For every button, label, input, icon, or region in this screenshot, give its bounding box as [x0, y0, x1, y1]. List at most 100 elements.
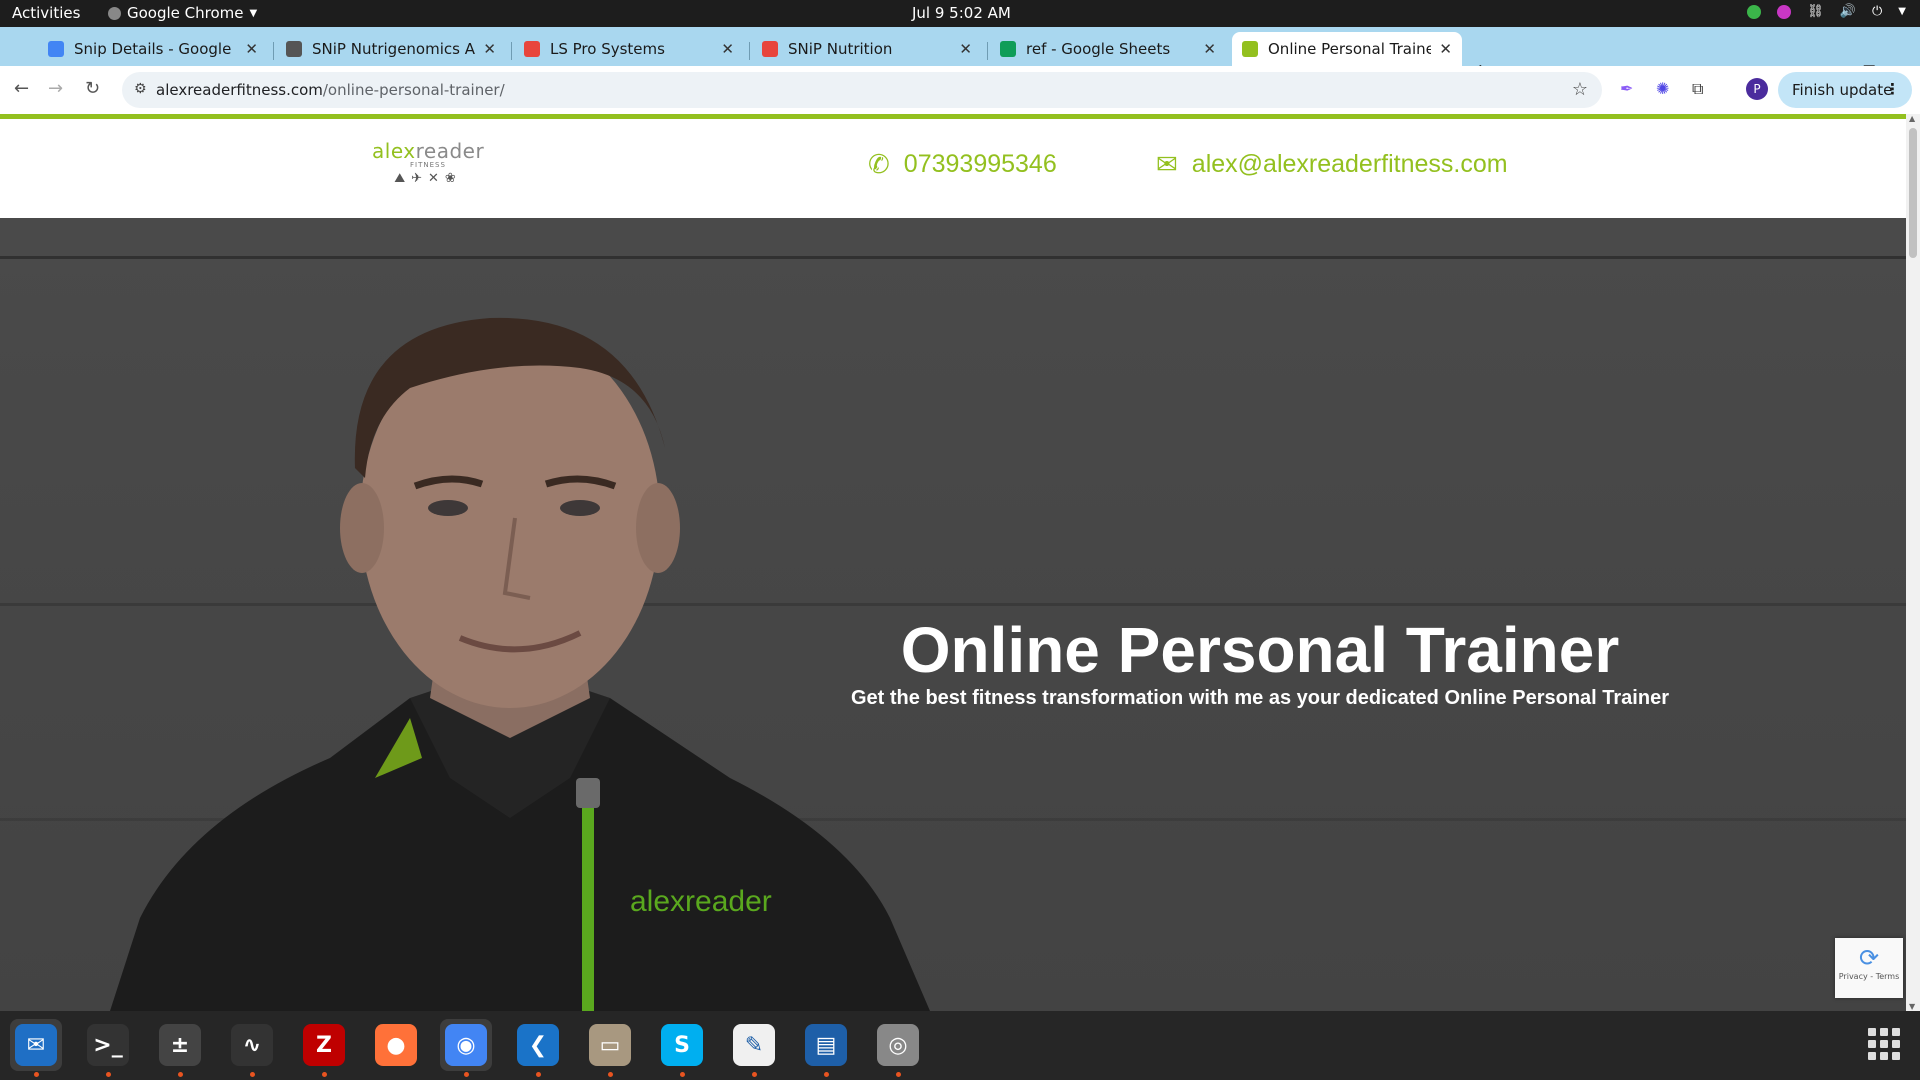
update-icon[interactable] [1747, 4, 1762, 19]
chrome-icon[interactable]: ◉ [440, 1019, 492, 1077]
tab-close-icon[interactable]: ✕ [483, 40, 496, 58]
color-picker-icon[interactable] [1777, 4, 1792, 19]
envelope-icon: ✉ [1156, 149, 1178, 179]
running-indicator [322, 1072, 327, 1077]
recaptcha-terms[interactable]: Privacy - Terms [1835, 972, 1903, 981]
vscode-icon[interactable]: ❮ [512, 1019, 564, 1077]
scroll-up-icon[interactable]: ▲ [1909, 114, 1915, 123]
phone-contact[interactable]: ✆ 07393995346 [868, 149, 1057, 180]
text-editor-icon-glyph: ✎ [733, 1024, 775, 1066]
tab-close-icon[interactable]: ✕ [245, 40, 258, 58]
email-contact[interactable]: ✉ alex@alexreaderfitness.com [1156, 149, 1508, 180]
page-scrollbar[interactable]: ▲ ▼ [1906, 114, 1920, 1011]
filezilla-icon-glyph: Z [303, 1024, 345, 1066]
site-logo[interactable]: alexreader FITNESS ⛰✈✕❀ [372, 139, 484, 186]
tab-close-icon[interactable]: ✕ [721, 40, 734, 58]
tab-favicon-icon [286, 41, 302, 57]
tab-title: SNiP Nutrition [788, 40, 893, 58]
network-icon[interactable]: ⛓ [1807, 4, 1824, 19]
clock[interactable]: Jul 9 5:02 AM [912, 4, 1011, 22]
terminal-icon[interactable]: >_ [82, 1019, 134, 1077]
finish-update-button[interactable]: Finish update ⋮ [1778, 72, 1912, 108]
email-address[interactable]: alex@alexreaderfitness.com [1192, 150, 1508, 179]
app-menu[interactable]: Google Chrome ▼ [108, 4, 257, 22]
skype-icon[interactable]: S [656, 1019, 708, 1077]
more-menu-icon: ⋮ [1885, 80, 1900, 98]
activities-button[interactable]: Activities [12, 4, 80, 22]
text-editor-icon[interactable]: ✎ [728, 1019, 780, 1077]
browser-toolbar: ← → ↻ ⚙ alexreaderfitness.com/online-per… [0, 66, 1920, 114]
running-indicator [824, 1072, 829, 1077]
files-icon[interactable]: ▭ [584, 1019, 636, 1077]
back-icon[interactable]: ← [14, 78, 29, 99]
running-indicator [250, 1072, 255, 1077]
show-apps-icon[interactable] [1868, 1028, 1900, 1060]
vscode-icon-glyph: ❮ [517, 1024, 559, 1066]
running-indicator [608, 1072, 613, 1077]
browser-tab[interactable]: Online Personal Trainer | ✕ [1232, 32, 1462, 66]
thunderbird-icon-glyph: ✉ [15, 1024, 57, 1066]
running-indicator [536, 1072, 541, 1077]
logo-alex: alex [372, 139, 416, 163]
tab-separator [273, 42, 274, 60]
site-header: alexreader FITNESS ⛰✈✕❀ ✆ 07393995346 ✉ … [0, 119, 1906, 218]
calculator-icon-glyph: ± [159, 1024, 201, 1066]
tab-separator [987, 42, 988, 60]
phone-number[interactable]: 07393995346 [904, 150, 1057, 179]
running-indicator [106, 1072, 111, 1077]
tab-favicon-icon [1000, 41, 1016, 57]
running-indicator [178, 1072, 183, 1077]
address-bar[interactable]: ⚙ alexreaderfitness.com/online-personal-… [122, 72, 1602, 108]
bookmark-star-icon[interactable]: ☆ [1572, 79, 1588, 100]
calculator-icon[interactable]: ± [154, 1019, 206, 1077]
browser-tab[interactable]: ref - Google Sheets ✕ [990, 32, 1226, 66]
tab-separator [511, 42, 512, 60]
hero-subtitle: Get the best fitness transformation with… [851, 687, 1669, 709]
logo-reader: reader [415, 139, 485, 163]
filezilla-icon[interactable]: Z [298, 1019, 350, 1077]
reload-icon[interactable]: ↻ [85, 78, 100, 99]
browser-tab[interactable]: SNiP Nutrition ✕ [752, 32, 982, 66]
running-indicator [752, 1072, 757, 1077]
sparkle-extension-icon[interactable]: ✺ [1656, 79, 1669, 98]
browser-tab[interactable]: LS Pro Systems ✕ [514, 32, 744, 66]
phone-icon: ✆ [868, 149, 890, 179]
browser-tab[interactable]: SNiP Nutrigenomics Adm ✕ [276, 32, 506, 66]
forward-icon[interactable]: → [48, 78, 63, 99]
profile-avatar[interactable]: P [1746, 78, 1768, 100]
pen-extension-icon[interactable]: ✒ [1620, 79, 1633, 98]
tab-close-icon[interactable]: ✕ [1439, 40, 1452, 58]
chevron-down-icon[interactable]: ▼ [1898, 6, 1906, 17]
firefox-icon[interactable]: ● [370, 1019, 422, 1071]
tab-close-icon[interactable]: ✕ [959, 40, 972, 58]
thunderbird-icon[interactable]: ✉ [10, 1019, 62, 1077]
disk-icon[interactable]: ◎ [872, 1019, 924, 1077]
web-page: alexreader FITNESS ⛰✈✕❀ ✆ 07393995346 ✉ … [0, 114, 1906, 1011]
recaptcha-icon: ⟳ [1858, 944, 1880, 972]
url-text[interactable]: alexreaderfitness.com/online-personal-tr… [156, 81, 505, 99]
scroll-down-icon[interactable]: ▼ [1909, 1002, 1915, 1011]
system-monitor-icon[interactable]: ∿ [226, 1019, 278, 1077]
scrollbar-thumb[interactable] [1909, 128, 1917, 258]
volume-icon[interactable]: 🔊 [1840, 4, 1856, 19]
document-viewer-icon[interactable]: ▤ [800, 1019, 852, 1077]
recaptcha-badge[interactable]: ⟳ Privacy - Terms [1835, 938, 1903, 998]
skype-icon-glyph: S [661, 1024, 703, 1066]
chevron-down-icon: ▼ [249, 7, 258, 19]
app-name-label: Google Chrome [127, 4, 244, 22]
logo-activity-icons: ⛰✈✕❀ [394, 171, 462, 186]
tab-title: SNiP Nutrigenomics Adm [312, 40, 475, 58]
tab-favicon-icon [762, 41, 778, 57]
power-icon[interactable]: ⏻ [1872, 4, 1882, 19]
extensions-puzzle-icon[interactable]: ⧉ [1692, 79, 1703, 99]
tab-close-icon[interactable]: ✕ [1203, 40, 1216, 58]
tab-strip: ⌄ Snip Details - Google Do✕SNiP Nutrigen… [0, 27, 1920, 83]
jacket-logo: alexreader [630, 885, 772, 918]
browser-tab[interactable]: Snip Details - Google Do ✕ [38, 32, 268, 66]
system-tray[interactable]: ⛓ 🔊 ⏻ ▼ [1747, 4, 1906, 19]
site-info-icon[interactable]: ⚙ [134, 81, 147, 97]
system-top-bar: Activities Google Chrome ▼ Jul 9 5:02 AM… [0, 0, 1920, 27]
chrome-small-icon [108, 6, 121, 20]
tab-title: LS Pro Systems [550, 40, 665, 58]
files-icon-glyph: ▭ [589, 1024, 631, 1066]
